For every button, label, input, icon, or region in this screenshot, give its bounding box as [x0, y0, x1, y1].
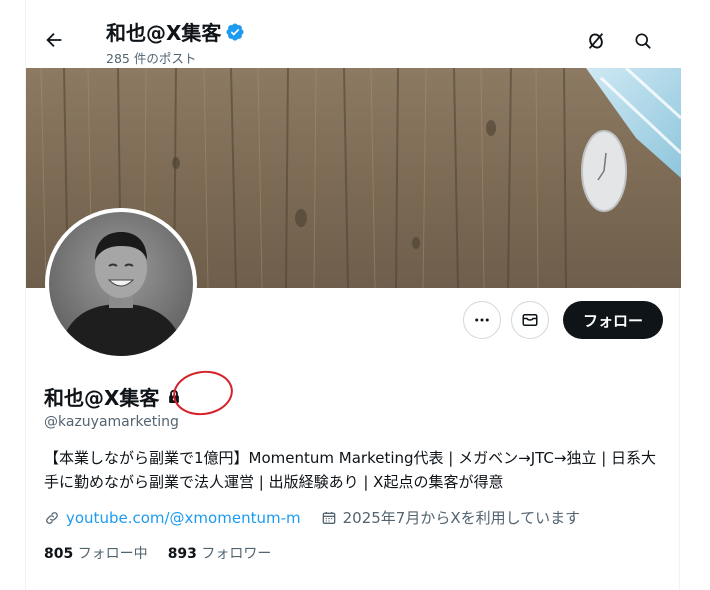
followers-link[interactable]: 893 フォロワー	[168, 543, 272, 563]
header-display-name: 和也@X集客	[106, 21, 222, 45]
search-icon	[635, 33, 651, 49]
avatar[interactable]	[45, 208, 197, 360]
post-count: 285 件のポスト	[106, 51, 197, 66]
following-count: 805	[44, 546, 74, 562]
join-date: 2025年7月からXを利用しています	[342, 509, 581, 527]
profile-column: 和也@X集客 285 件のポスト フォロー 和也@X集客 @kazuyamark…	[25, 0, 681, 590]
website-link[interactable]: youtube.com/@xmomentum-m	[66, 509, 301, 527]
profile-bio: 【本業しながら副業で1億円】Momentum Marketing代表 | メガベ…	[44, 449, 657, 491]
link-icon	[46, 511, 58, 524]
follow-stats: 805 フォロー中 893 フォロワー	[44, 543, 271, 563]
search-button[interactable]	[628, 26, 658, 56]
user-handle: @kazuyamarketing	[44, 414, 179, 430]
display-name: 和也@X集客	[44, 386, 160, 410]
mail-icon	[522, 314, 538, 326]
grok-button[interactable]	[581, 26, 611, 56]
more-icon	[475, 318, 489, 322]
follow-button[interactable]: フォロー	[563, 301, 663, 339]
following-label: フォロー中	[77, 546, 148, 562]
message-button[interactable]	[511, 301, 549, 339]
following-link[interactable]: 805 フォロー中	[44, 543, 148, 563]
back-button[interactable]	[38, 24, 70, 56]
verified-badge-icon	[226, 22, 244, 41]
profile-name-row: 和也@X集客	[44, 382, 183, 411]
followers-label: フォロワー	[201, 546, 272, 562]
profile-meta: youtube.com/@xmomentum-m 2025年7月からXを利用して…	[44, 507, 580, 528]
avatar-photo	[49, 212, 193, 356]
arrow-left-icon	[46, 32, 62, 48]
calendar-icon	[322, 511, 335, 524]
profile-header: 和也@X集客 285 件のポスト	[26, 0, 681, 68]
more-options-button[interactable]	[463, 301, 501, 339]
highlight-circle-annotation	[170, 367, 236, 419]
header-title: 和也@X集客	[106, 17, 245, 46]
grok-icon	[588, 33, 604, 49]
followers-count: 893	[167, 546, 197, 562]
